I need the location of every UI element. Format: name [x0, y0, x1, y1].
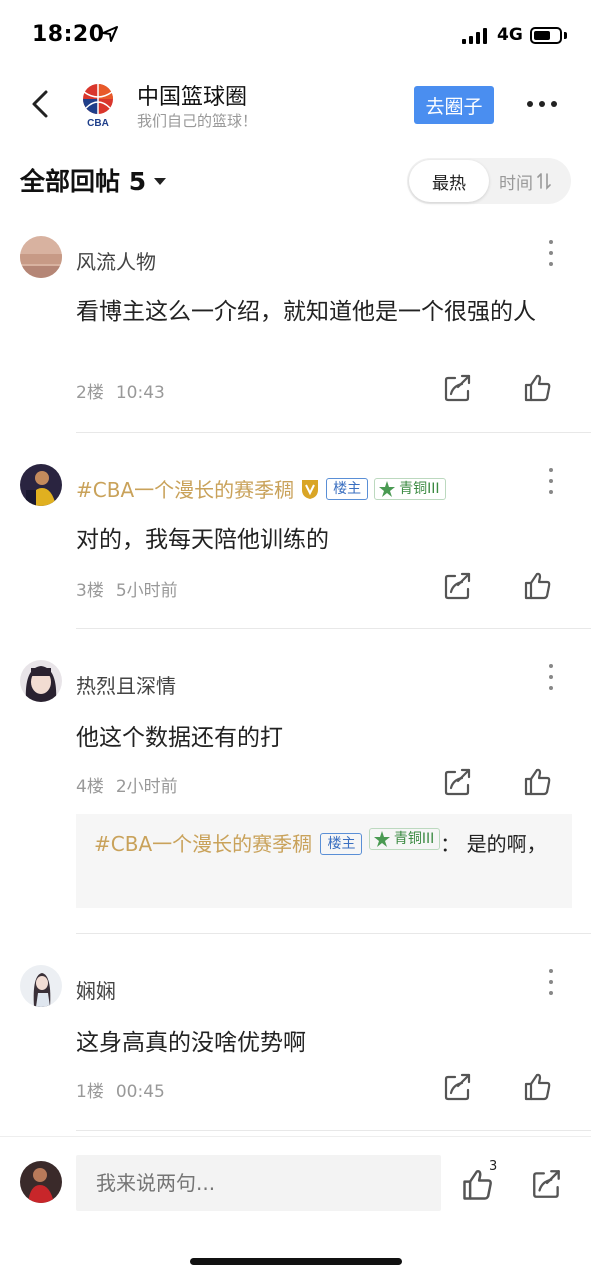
- circle-name[interactable]: 中国篮球圈: [137, 79, 247, 111]
- my-avatar[interactable]: [20, 1161, 62, 1203]
- sort-time-tab[interactable]: 时间: [499, 158, 551, 204]
- username[interactable]: 热烈且深情: [76, 670, 176, 699]
- like-icon[interactable]: [522, 1071, 554, 1103]
- share-icon[interactable]: [442, 372, 474, 404]
- network-type: 4G: [497, 25, 523, 45]
- home-indicator: [190, 1258, 402, 1265]
- like-count: 3: [489, 1159, 498, 1174]
- divider: [76, 628, 591, 629]
- sort-time-label: 时间: [499, 173, 533, 194]
- reply-item: 热烈且深情 他这个数据还有的打 4楼 2小时前 #CBA一个漫长的赛季稠 楼主 青…: [0, 652, 591, 936]
- all-replies-dropdown[interactable]: 全部回帖 5: [20, 162, 167, 198]
- level-badge: 青铜III: [368, 828, 441, 850]
- reply-time: 10:43: [115, 383, 165, 403]
- status-bar: 18:20 4G: [0, 0, 591, 70]
- chevron-left-icon: [32, 90, 48, 118]
- floor-number: 3楼: [76, 581, 104, 601]
- level-badge: 青铜III: [374, 477, 446, 500]
- floor-number: 4楼: [76, 777, 104, 797]
- reply-meta: 2楼 10:43: [76, 378, 165, 403]
- sort-hot-tab[interactable]: 最热: [409, 160, 489, 202]
- divider: [76, 1130, 591, 1131]
- sort-arrows-icon: [537, 173, 551, 190]
- replies-label: 全部回帖 5: [20, 167, 147, 196]
- share-icon[interactable]: [442, 570, 474, 602]
- post-menu-button[interactable]: [546, 240, 556, 266]
- reply-time: 5小时前: [115, 581, 178, 601]
- share-icon[interactable]: [442, 1071, 474, 1103]
- reply-content: 他这个数据还有的打: [76, 725, 283, 751]
- like-icon[interactable]: [522, 372, 554, 404]
- post-menu-button[interactable]: [546, 969, 556, 995]
- share-icon[interactable]: [530, 1167, 564, 1201]
- reply-item: #CBA一个漫长的赛季稠 楼主 青铜III 对的，我每天陪他训练的 3楼 5小时前: [0, 456, 591, 631]
- avatar[interactable]: [20, 236, 62, 278]
- dot-icon: [527, 101, 533, 107]
- reply-meta: 4楼 2小时前: [76, 772, 178, 797]
- circle-header: CBA 中国篮球圈 我们自己的篮球！ 去圈子: [0, 70, 591, 140]
- circle-subtitle: 我们自己的篮球！: [137, 112, 258, 130]
- username-text: #CBA一个漫长的赛季稠: [76, 478, 295, 502]
- reply-item: 娴娴 这身高真的没啥优势啊 1楼 00:45: [0, 957, 591, 1133]
- bronze-star-icon: [379, 480, 396, 497]
- comment-input[interactable]: [76, 1155, 441, 1211]
- verified-v-icon: [302, 479, 319, 499]
- avatar[interactable]: [20, 965, 62, 1007]
- quoted-text: ： 是的啊，: [440, 832, 547, 856]
- sort-row: 全部回帖 5 最热 时间: [0, 150, 591, 210]
- floor-number: 2楼: [76, 383, 104, 403]
- username[interactable]: 风流人物: [76, 246, 156, 275]
- username[interactable]: #CBA一个漫长的赛季稠 楼主 青铜III: [76, 474, 446, 503]
- reply-meta: 1楼 00:45: [76, 1077, 165, 1102]
- caret-down-icon: [154, 178, 167, 185]
- cba-logo[interactable]: CBA: [78, 82, 118, 128]
- quoted-username[interactable]: #CBA一个漫长的赛季稠: [94, 832, 312, 856]
- signal-icon: [462, 28, 487, 44]
- reply-item: 风流人物 看博主这么一介绍，就知道他是一个很强的人 2楼 10:43: [0, 230, 591, 434]
- battery-icon: [530, 27, 562, 44]
- bronze-star-icon: [373, 831, 390, 847]
- status-time: 18:20: [32, 22, 105, 47]
- share-icon[interactable]: [442, 766, 474, 798]
- floor-number: 1楼: [76, 1082, 104, 1102]
- username[interactable]: 娴娴: [76, 975, 116, 1004]
- sort-toggle: 最热 时间: [407, 158, 571, 204]
- go-to-circle-button[interactable]: 去圈子: [414, 86, 494, 124]
- reply-time: 00:45: [115, 1082, 165, 1102]
- back-button[interactable]: [22, 86, 58, 122]
- location-arrow-icon: [102, 26, 118, 42]
- like-icon[interactable]: [522, 766, 554, 798]
- owner-badge: 楼主: [320, 833, 363, 855]
- reply-content: 这身高真的没啥优势啊: [76, 1030, 306, 1056]
- svg-text:CBA: CBA: [87, 118, 109, 128]
- quoted-reply: #CBA一个漫长的赛季稠 楼主 青铜III ： 是的啊，: [76, 814, 572, 908]
- more-options-button[interactable]: [522, 94, 562, 114]
- divider: [76, 432, 591, 433]
- avatar[interactable]: [20, 464, 62, 506]
- reply-content: 看博主这么一介绍，就知道他是一个很强的人: [76, 299, 536, 325]
- post-menu-button[interactable]: [546, 664, 556, 690]
- divider: [76, 933, 591, 934]
- like-icon[interactable]: [522, 570, 554, 602]
- reply-content: 对的，我每天陪他训练的: [76, 527, 329, 553]
- reply-meta: 3楼 5小时前: [76, 576, 178, 601]
- post-menu-button[interactable]: [546, 468, 556, 494]
- nested-reply[interactable]: #CBA一个漫长的赛季稠 楼主 青铜III ： 是的啊，: [0, 814, 591, 910]
- avatar[interactable]: [20, 660, 62, 702]
- owner-badge: 楼主: [326, 477, 369, 500]
- reply-time: 2小时前: [115, 777, 178, 797]
